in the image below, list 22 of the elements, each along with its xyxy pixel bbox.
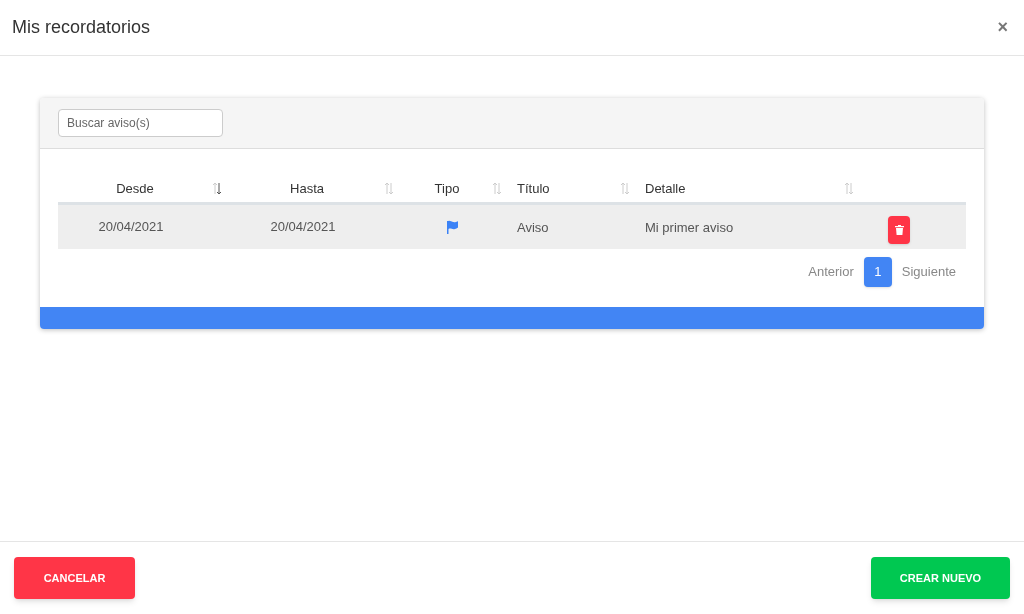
table-cell: Mi primer aviso xyxy=(645,220,734,235)
column-header: Tipo xyxy=(433,179,461,198)
cancel-button[interactable]: CANCELAR xyxy=(14,557,135,599)
column-header: Detalle xyxy=(645,179,686,198)
next-link[interactable]: Siguiente xyxy=(901,262,956,282)
column-header: Título xyxy=(517,179,550,198)
previous-link[interactable]: Anterior xyxy=(808,262,854,282)
page-button[interactable]: 1 xyxy=(863,257,892,287)
column-header: Hasta xyxy=(289,179,325,198)
trash-icon xyxy=(894,225,904,235)
delete-button[interactable] xyxy=(888,216,910,244)
close-button[interactable]: × xyxy=(993,14,1012,41)
flag-icon xyxy=(445,220,459,234)
search-field[interactable]: Buscar aviso(s) xyxy=(58,109,223,137)
table-row[interactable]: 20/04/2021 20/04/2021 Aviso Mi primer aviso xyxy=(58,205,966,249)
sort-icon[interactable] xyxy=(212,182,222,195)
table-cell: Aviso xyxy=(517,220,549,235)
table-cell-text: 20/04/2021 xyxy=(98,218,164,237)
table-cell-text: 20/04/2021 xyxy=(270,218,336,237)
column-header: Desde xyxy=(115,179,155,198)
dialog-title: Mis recordatorios xyxy=(12,16,151,39)
create-button[interactable]: CREAR NUEVO xyxy=(871,557,1010,599)
